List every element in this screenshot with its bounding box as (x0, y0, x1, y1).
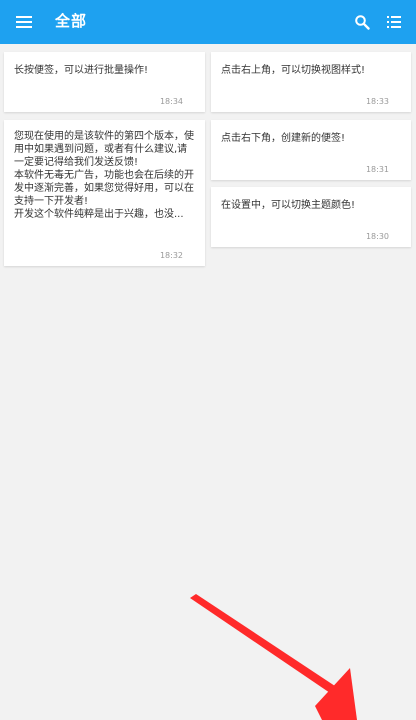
note-card[interactable]: 长按便签，可以进行批量操作! 18:34 (4, 52, 205, 112)
note-text: 长按便签，可以进行批量操作! (14, 65, 149, 76)
note-text: 在设置中，可以切换主题颜色! (221, 200, 356, 211)
search-button[interactable] (350, 10, 374, 34)
note-time: 18:34 (159, 97, 183, 106)
menu-button[interactable] (12, 10, 36, 34)
note-text: 您现在使用的是该软件的第四个版本，使用中如果遇到问题，或者有什么建议,请一定要记… (14, 131, 194, 220)
arrow-shaft (190, 594, 338, 695)
list-view-icon (387, 16, 401, 28)
note-card[interactable]: 点击右下角，创建新的便签! 18:31 (211, 120, 411, 180)
note-time: 18:30 (365, 232, 389, 241)
note-time: 18:33 (365, 97, 389, 106)
arrow-head (315, 668, 357, 720)
search-icon (355, 15, 370, 30)
app-screen: 全部 长按便签，可以进行批量操作! 18:34 您现在使用的是该软件的第四个版本… (0, 0, 416, 720)
top-app-bar: 全部 (0, 0, 416, 44)
note-time: 18:31 (365, 165, 389, 174)
note-text: 点击右下角，创建新的便签! (221, 133, 346, 144)
toggle-view-button[interactable] (382, 10, 406, 34)
note-text: 点击右上角，可以切换视图样式! (221, 65, 366, 76)
note-card[interactable]: 您现在使用的是该软件的第四个版本，使用中如果遇到问题，或者有什么建议,请一定要记… (4, 120, 205, 266)
note-card[interactable]: 在设置中，可以切换主题颜色! 18:30 (211, 187, 411, 247)
menu-icon (16, 16, 32, 28)
note-card[interactable]: 点击右上角，可以切换视图样式! 18:33 (211, 52, 411, 112)
note-time: 18:32 (159, 251, 183, 260)
page-title: 全部 (55, 12, 88, 30)
